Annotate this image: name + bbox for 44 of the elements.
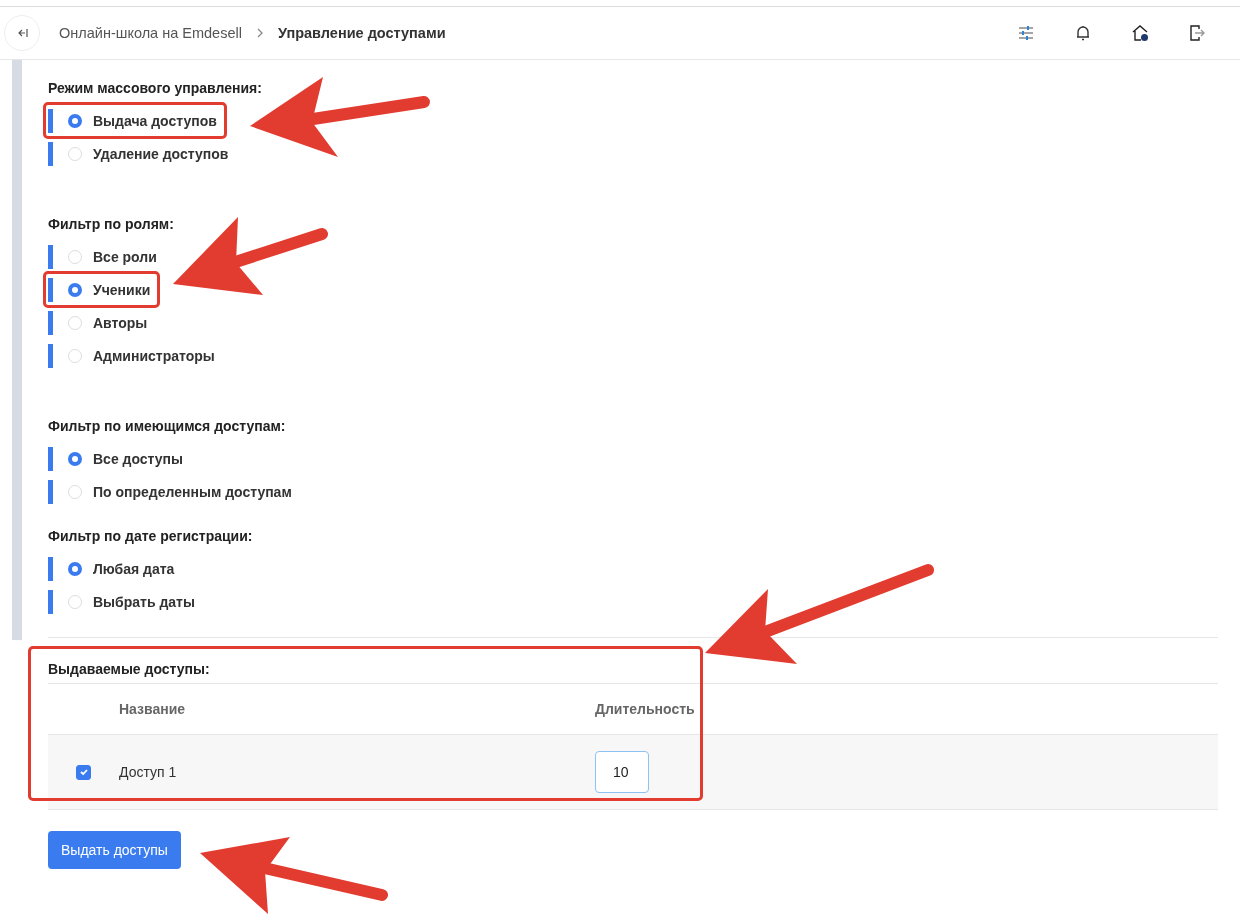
- radio-option[interactable]: По определенным доступам: [68, 483, 292, 500]
- radio-button[interactable]: [68, 113, 82, 128]
- accent-bar: [48, 244, 53, 269]
- radio-option[interactable]: Администраторы: [68, 347, 215, 364]
- accent-bar: [48, 589, 53, 614]
- group-heading: Фильтр по ролям:: [48, 216, 175, 232]
- radio-option[interactable]: Выбрать даты: [68, 593, 195, 610]
- radio-option[interactable]: Все роли: [68, 248, 157, 265]
- chevron-icon: [255, 27, 264, 39]
- radio-option[interactable]: Выдача доступов: [68, 112, 217, 129]
- breadcrumb-link[interactable]: Управление доступами: [277, 25, 446, 41]
- accent-bar: [48, 277, 53, 302]
- duration-input[interactable]: 10: [595, 751, 649, 793]
- accent-bar: [48, 108, 53, 133]
- logout-icon[interactable]: [1187, 23, 1207, 43]
- checkbox[interactable]: [76, 764, 91, 780]
- accent-bar: [48, 446, 53, 471]
- accent-bar: [48, 141, 53, 166]
- accent-bar: [48, 310, 53, 335]
- radio-option[interactable]: Все доступы: [68, 450, 183, 467]
- group-heading: Режим массового управления:: [48, 80, 263, 96]
- radio-button[interactable]: [68, 451, 82, 466]
- radio-option[interactable]: Авторы: [68, 314, 148, 331]
- accent-bar: [48, 556, 53, 581]
- grant-access-button[interactable]: Выдать доступы: [48, 831, 181, 869]
- radio-button[interactable]: [68, 561, 82, 576]
- column-header: Название: [119, 701, 187, 717]
- house-icon[interactable]: [1130, 23, 1150, 43]
- table-cell-text: Доступ 1: [119, 764, 178, 780]
- check-icon: [78, 767, 89, 777]
- sliders-icon[interactable]: [1016, 23, 1036, 43]
- radio-option[interactable]: Ученики: [68, 281, 151, 298]
- radio-button[interactable]: [68, 282, 82, 297]
- back-button[interactable]: [4, 15, 40, 51]
- column-header: Длительность: [595, 701, 695, 717]
- radio-option[interactable]: Любая дата: [68, 560, 175, 577]
- accent-bar: [48, 343, 53, 368]
- section-heading: Выдаваемые доступы:: [48, 661, 1218, 684]
- collapse-icon: [16, 27, 28, 39]
- accent-bar: [48, 479, 53, 504]
- breadcrumb-link[interactable]: Онлайн-школа на Emdesell: [59, 25, 242, 41]
- group-heading: Фильтр по дате регистрации:: [48, 528, 254, 544]
- group-heading: Фильтр по имеющимся доступам:: [48, 418, 287, 434]
- radio-option[interactable]: Удаление доступов: [68, 145, 229, 162]
